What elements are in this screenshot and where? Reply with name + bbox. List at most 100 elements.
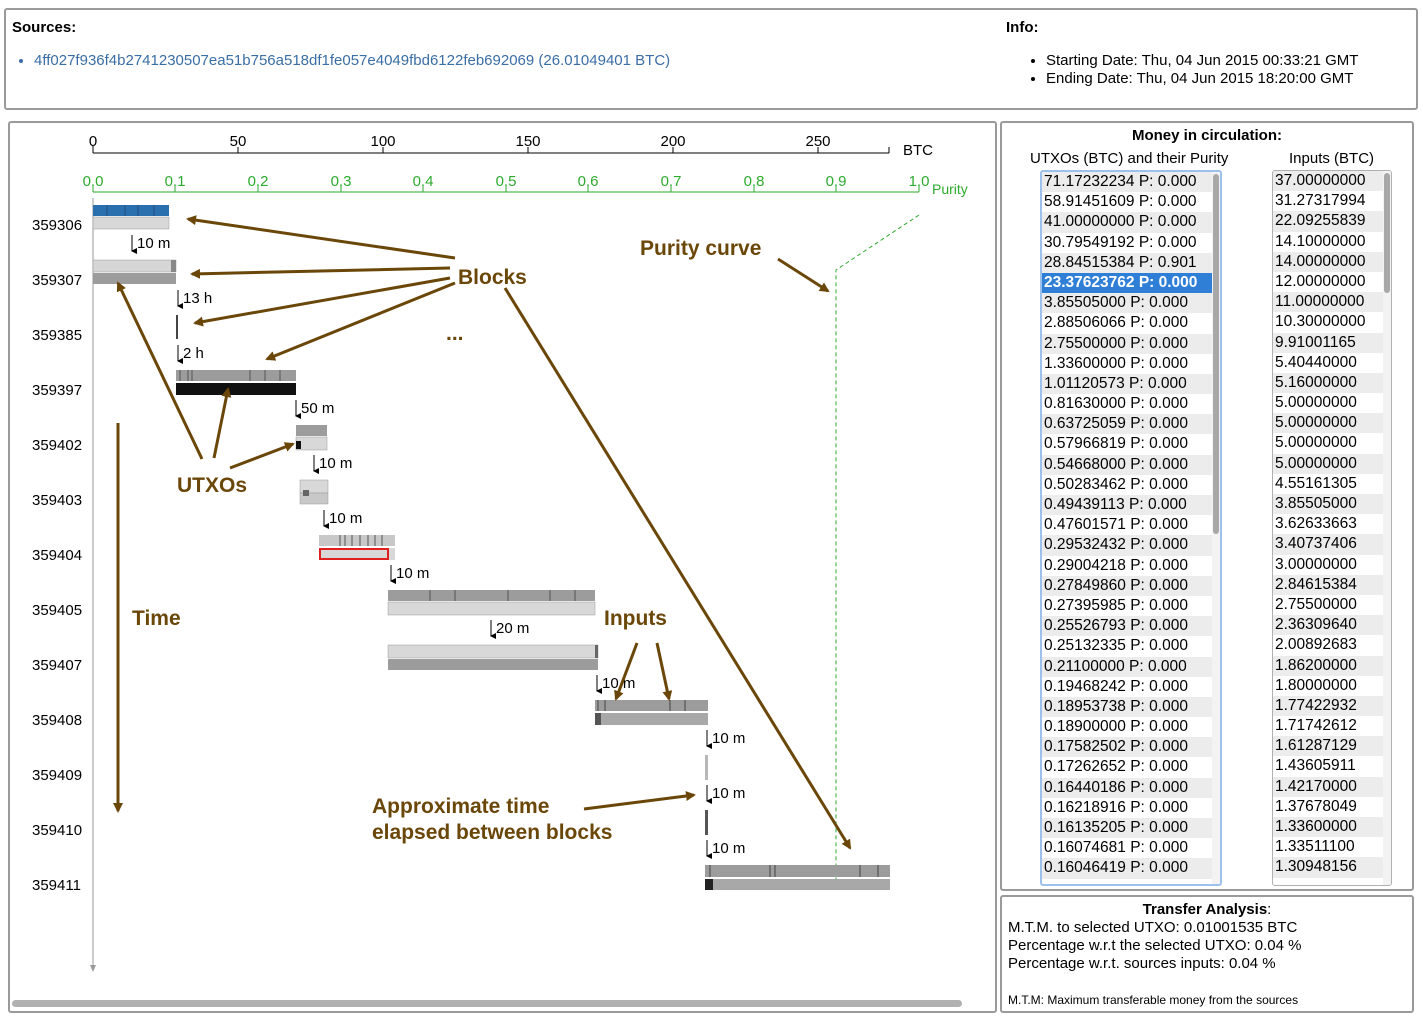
block-359408[interactable] [595,700,708,725]
block-359405[interactable] [387,590,596,616]
utxo-list-item[interactable]: 1.01120573 P: 0.000 [1042,373,1220,395]
input-list-item[interactable]: 5.40440000 [1273,353,1391,373]
input-list-item[interactable]: 31.27317994 [1273,191,1391,211]
block-height-label: 359411 [32,877,81,894]
utxo-list-scrollbar[interactable] [1212,172,1220,884]
block-359307[interactable] [92,259,177,284]
utxo-list-item[interactable]: 0.18953738 P: 0.000 [1042,696,1220,718]
input-list-item[interactable]: 2.36309640 [1273,615,1391,636]
input-list-item[interactable]: 2.84615384 [1273,574,1391,595]
input-list-item[interactable]: 37.00000000 [1273,171,1391,192]
input-list-item[interactable]: 11.00000000 [1273,292,1391,313]
input-list-item[interactable]: 14.10000000 [1273,232,1391,252]
utxo-list-item[interactable]: 0.25526793 P: 0.000 [1042,616,1220,637]
utxo-list-item[interactable]: 0.50283462 P: 0.000 [1042,475,1220,495]
utxo-list-item[interactable]: 2.88506066 P: 0.000 [1042,313,1220,333]
utxo-list-item[interactable]: 41.00000000 P: 0.000 [1042,212,1220,233]
utxo-list-item[interactable]: 71.17232234 P: 0.000 [1042,172,1220,193]
btc-tick: 200 [660,133,685,150]
utxo-list-item[interactable]: 0.16218916 P: 0.000 [1042,798,1220,818]
input-list-item[interactable]: 3.40737406 [1273,534,1391,555]
input-list-item[interactable]: 3.62633663 [1273,514,1391,534]
input-list-item[interactable]: 22.09255839 [1273,211,1391,232]
percentage-sources-inputs: Percentage w.r.t. sources inputs: 0.04 % [1008,955,1276,972]
block-359397[interactable] [176,370,296,395]
input-list-item[interactable]: 5.00000000 [1273,433,1391,453]
utxo-list-item[interactable]: 0.54668000 P: 0.000 [1042,454,1220,475]
input-list-item[interactable]: 1.86200000 [1273,655,1391,676]
inputs-listbox[interactable]: 37.00000000 31.27317994 22.09255839 14.1000… [1272,170,1392,886]
utxo-list-item[interactable]: 0.49439113 P: 0.000 [1042,495,1220,516]
input-list-item[interactable]: 5.00000000 [1273,453,1391,474]
input-list-item[interactable]: 5.00000000 [1273,393,1391,413]
input-list-item[interactable]: 1.37678049 [1273,797,1391,817]
input-list-item[interactable]: 1.30948156 [1273,857,1391,878]
transfer-title: Transfer Analysis [1142,901,1268,918]
utxo-list-item[interactable]: 0.27849860 P: 0.000 [1042,575,1220,596]
starting-date: Starting Date: Thu, 04 Jun 2015 00:33:21… [1046,52,1358,70]
utxo-list-item[interactable]: 28.84515384 P: 0.901 [1042,252,1220,273]
utxo-list-item[interactable]: 0.57966819 P: 0.000 [1042,434,1220,454]
utxo-list-item[interactable]: 0.47601571 P: 0.000 [1042,515,1220,535]
input-list-item[interactable]: 2.00892683 [1273,635,1391,655]
utxo-list-item-selected[interactable]: 23.37623762 P: 0.000 [1042,272,1220,294]
utxo-list-item[interactable]: 58.91451609 P: 0.000 [1042,192,1220,212]
block-359411[interactable] [705,865,890,890]
input-list-item[interactable]: 5.00000000 [1273,413,1391,434]
block-359403[interactable] [299,479,329,505]
input-list-item[interactable]: 10.30000000 [1273,312,1391,332]
utxo-list-item[interactable]: 0.29532432 P: 0.000 [1042,535,1220,556]
input-list-item[interactable]: 5.16000000 [1273,372,1391,394]
block-359404[interactable] [319,535,395,560]
utxo-list-item[interactable]: 0.81630000 P: 0.000 [1042,394,1220,414]
input-list-item[interactable]: 1.77422932 [1273,695,1391,717]
utxo-list-item[interactable]: 1.33600000 P: 0.000 [1042,354,1220,374]
annotation-time: Time [132,607,181,630]
inputs-list-scrollbar[interactable] [1383,171,1391,885]
utxo-list-item[interactable]: 0.16046419 P: 0.000 [1042,858,1220,879]
input-list-item[interactable]: 1.42170000 [1273,776,1391,797]
block-359385[interactable] [176,315,178,339]
utxo-list-item[interactable]: 0.21100000 P: 0.000 [1042,656,1220,677]
utxo-list-item[interactable]: 0.27395985 P: 0.000 [1042,596,1220,616]
input-list-item[interactable]: 1.33600000 [1273,817,1391,838]
utxo-list-item[interactable]: 0.19468242 P: 0.000 [1042,677,1220,697]
block-359410[interactable] [705,810,708,835]
utxo-list-item[interactable]: 0.25132335 P: 0.000 [1042,636,1220,656]
input-list-item[interactable]: 9.91001165 [1273,332,1391,353]
input-list-item[interactable]: 1.80000000 [1273,676,1391,696]
annotation-ellipsis: ... [446,322,464,345]
sources-panel: Sources: 4ff027f936f4b2741230507ea51b756… [4,8,1418,110]
utxo-list-item[interactable]: 0.16074681 P: 0.000 [1042,838,1220,858]
input-list-item[interactable]: 14.00000000 [1273,251,1391,272]
input-list-item[interactable]: 3.00000000 [1273,555,1391,575]
utxo-list-item[interactable]: 0.17582502 P: 0.000 [1042,737,1220,758]
utxo-list-item[interactable]: 0.29004218 P: 0.000 [1042,556,1220,576]
block-359409[interactable] [705,755,708,780]
utxo-list-item[interactable]: 3.85505000 P: 0.000 [1042,293,1220,314]
input-list-item[interactable]: 1.43605911 [1273,756,1391,776]
input-list-item[interactable]: 2.75500000 [1273,595,1391,615]
input-list-item[interactable]: 1.61287129 [1273,736,1391,757]
horizontal-scrollbar[interactable] [12,1000,962,1007]
utxo-list-item[interactable]: 0.16135205 P: 0.000 [1042,818,1220,839]
utxo-list-item[interactable]: 0.17262652 P: 0.000 [1042,757,1220,777]
source-tx-link[interactable]: 4ff027f936f4b2741230507ea51b756a518df1fe… [34,52,670,70]
utxo-list-item[interactable]: 0.18900000 P: 0.000 [1042,717,1220,737]
utxo-list-item[interactable]: 0.63725059 P: 0.000 [1042,414,1220,435]
block-359306[interactable] [92,205,170,230]
utxo-list-item[interactable]: 0.16440186 P: 0.000 [1042,777,1220,798]
btc-tick: 150 [515,133,540,150]
block-height-label: 359410 [32,822,82,839]
input-list-item[interactable]: 3.85505000 [1273,494,1391,515]
input-list-item[interactable]: 1.71742612 [1273,716,1391,736]
input-list-item[interactable]: 12.00000000 [1273,272,1391,292]
utxo-list-item[interactable]: 30.79549192 P: 0.000 [1042,233,1220,253]
block-359407[interactable] [387,644,599,670]
interval-label: 10 m [329,510,362,527]
block-359402[interactable] [295,425,328,451]
utxo-list-item[interactable]: 2.75500000 P: 0.000 [1042,333,1220,354]
input-list-item[interactable]: 4.55161305 [1273,474,1391,494]
utxo-listbox[interactable]: 71.17232234 P: 0.000 58.91451609 P: 0.000… [1040,170,1222,886]
input-list-item[interactable]: 1.33511100 [1273,837,1391,857]
